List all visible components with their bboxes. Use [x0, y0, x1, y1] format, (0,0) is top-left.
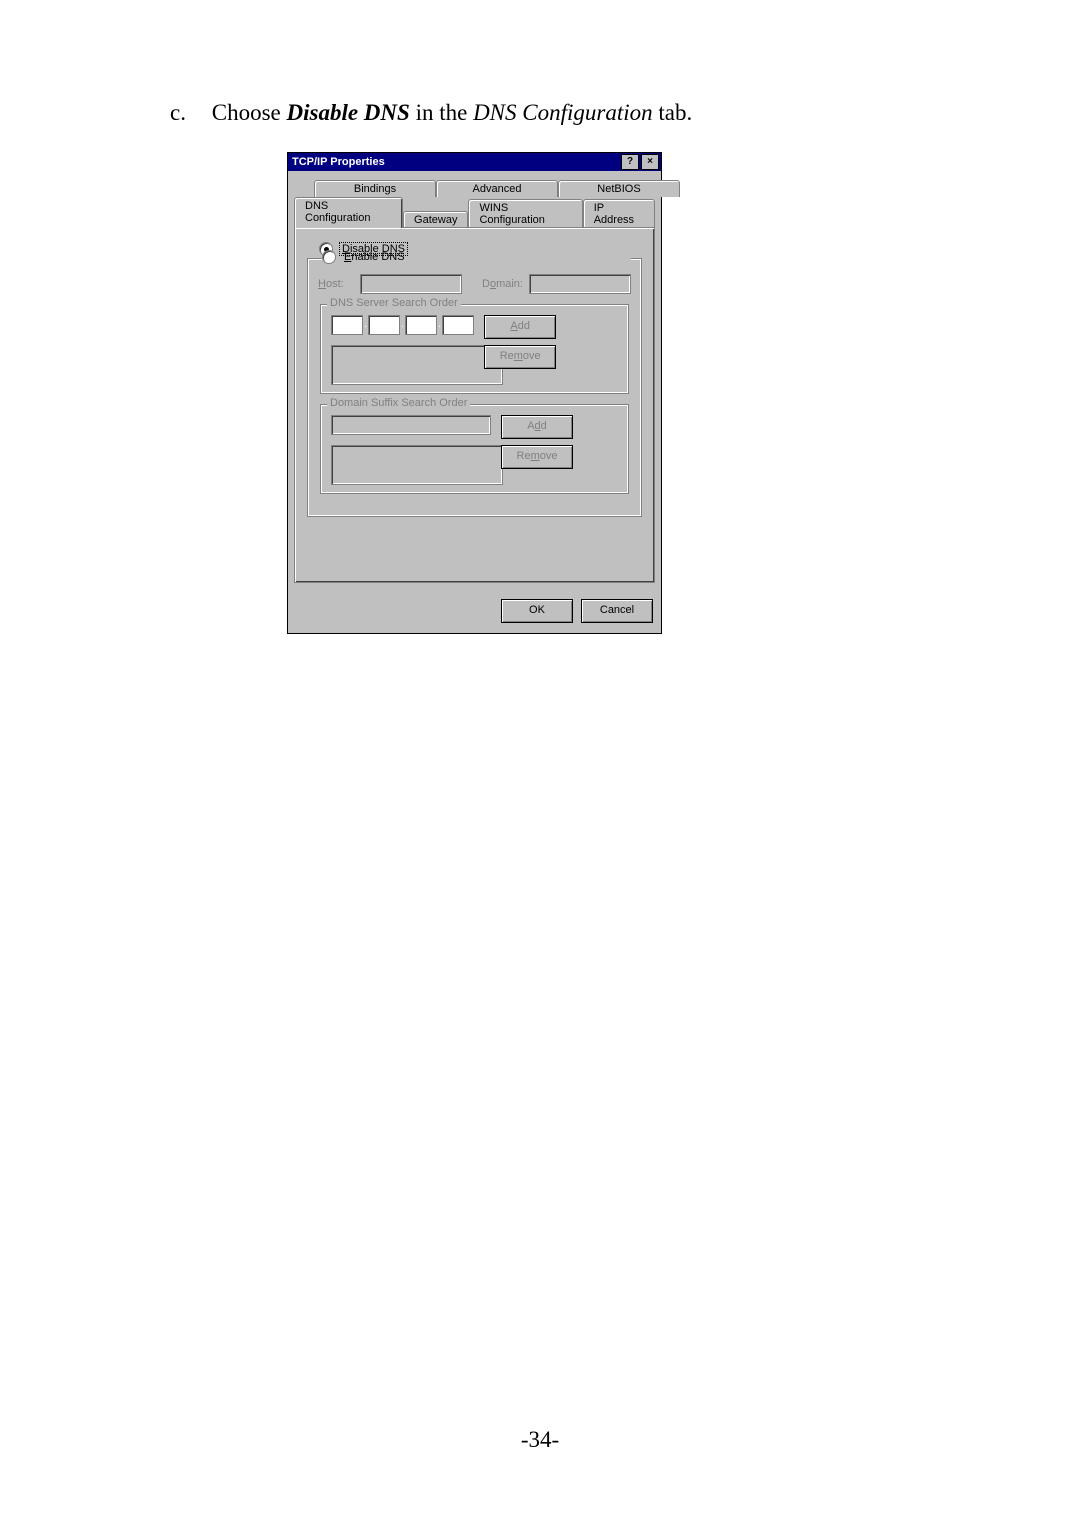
instr-mid: in the	[410, 100, 473, 125]
group-dns-server-legend: DNS Server Search Order	[327, 297, 461, 309]
domain-input[interactable]	[529, 274, 631, 294]
instr-tail: tab.	[653, 100, 693, 125]
cancel-button[interactable]: Cancel	[581, 599, 653, 623]
titlebar[interactable]: TCP/IP Properties ? ×	[288, 153, 661, 171]
dialog-footer: OK Cancel	[288, 589, 661, 633]
enable-dns-group: Enable DNS Host: Domain: DNS Server Sear…	[307, 258, 642, 517]
suffix-add-button[interactable]: Add	[501, 415, 573, 439]
tab-wins-configuration[interactable]: WINS Configuration	[468, 199, 582, 228]
help-button[interactable]: ?	[621, 154, 639, 170]
instr-italic: DNS Configuration	[473, 100, 653, 125]
instr-lead: Choose	[212, 100, 287, 125]
dns-config-panel: Disable DNS Enable DNS Host: Domain:	[294, 227, 655, 583]
tab-row-back: Bindings Advanced NetBIOS	[314, 179, 655, 196]
host-label: Host:	[318, 278, 360, 290]
page-number: -34-	[0, 1427, 1080, 1453]
tab-row-front: DNS Configuration Gateway WINS Configura…	[294, 196, 655, 227]
instr-bold: Disable DNS	[287, 100, 410, 125]
help-icon: ?	[627, 157, 633, 167]
close-button[interactable]: ×	[641, 154, 659, 170]
tcpip-properties-dialog: TCP/IP Properties ? × Bindings Advanced …	[287, 152, 662, 634]
ok-button[interactable]: OK	[501, 599, 573, 623]
tab-netbios[interactable]: NetBIOS	[558, 180, 680, 197]
suffix-remove-button[interactable]: Remove	[501, 445, 573, 469]
group-domain-suffix-search-order: Domain Suffix Search Order Add Remove	[320, 404, 629, 494]
domain-suffix-list[interactable]	[331, 445, 503, 485]
domain-suffix-input[interactable]	[331, 415, 491, 435]
tab-bindings[interactable]: Bindings	[314, 180, 436, 197]
instruction-line: c. Choose Disable DNS in the DNS Configu…	[170, 98, 692, 128]
tab-ip-address[interactable]: IP Address	[583, 199, 655, 228]
list-marker: c.	[170, 98, 206, 128]
dns-ip-input[interactable]: ...	[331, 315, 474, 335]
radio-enable-dns[interactable]: Enable DNS	[322, 250, 631, 264]
dns-server-list[interactable]	[331, 345, 503, 385]
tab-dns-configuration[interactable]: DNS Configuration	[294, 197, 403, 228]
host-domain-row: Host: Domain:	[318, 274, 631, 294]
tab-advanced[interactable]: Advanced	[436, 180, 558, 197]
dns-add-button[interactable]: Add	[484, 315, 556, 339]
radio-dot-empty-icon	[322, 250, 336, 264]
tab-gateway[interactable]: Gateway	[403, 211, 468, 228]
close-icon: ×	[647, 157, 653, 167]
domain-label: Domain:	[482, 278, 523, 290]
dialog-title: TCP/IP Properties	[292, 156, 619, 168]
group-dns-server-search-order: DNS Server Search Order ... Add Remove	[320, 304, 629, 394]
dns-remove-button[interactable]: Remove	[484, 345, 556, 369]
group-domain-suffix-legend: Domain Suffix Search Order	[327, 397, 470, 409]
host-input[interactable]	[360, 274, 462, 294]
radio-enable-dns-label: Enable DNS	[342, 251, 407, 263]
